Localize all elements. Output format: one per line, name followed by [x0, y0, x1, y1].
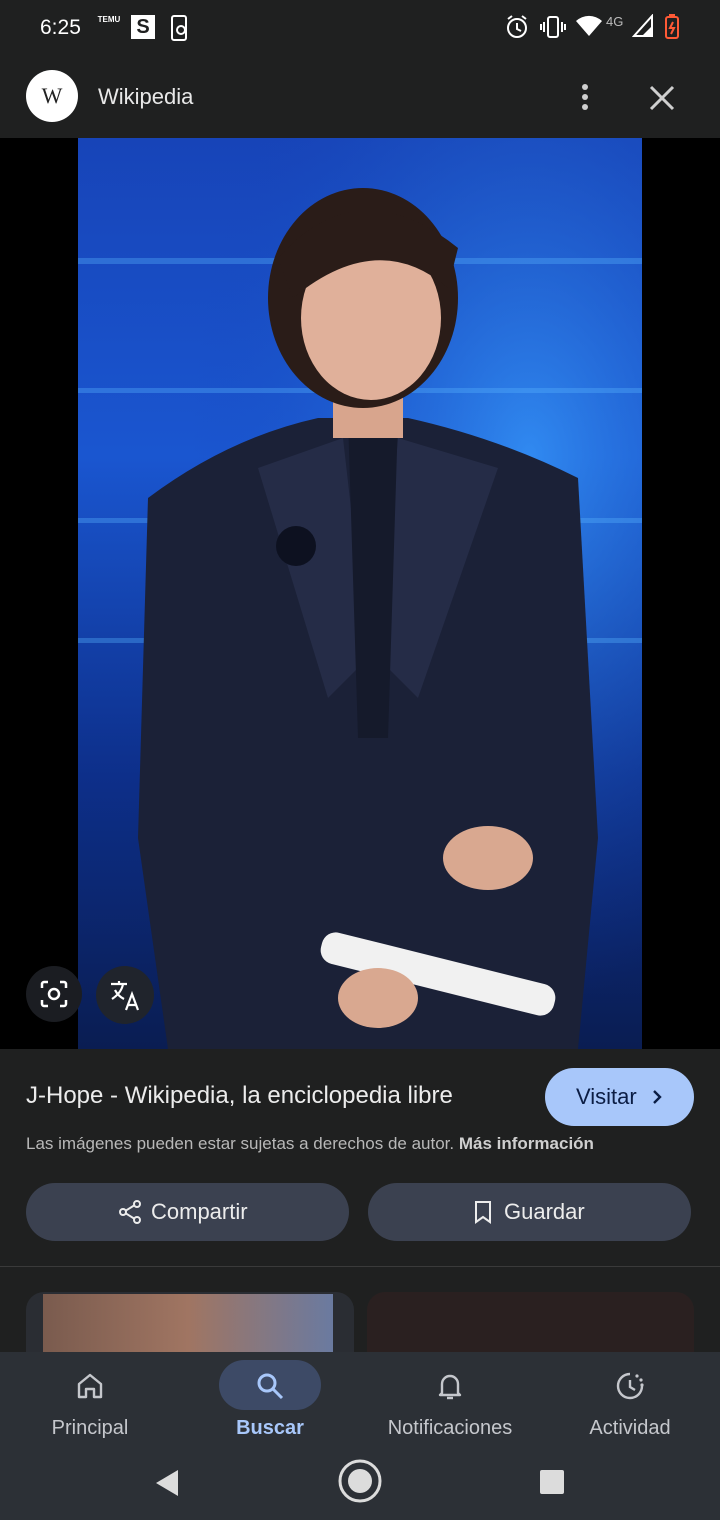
- more-vert-icon: [582, 84, 588, 110]
- save-label: Guardar: [504, 1199, 585, 1224]
- nav-label: Principal: [51, 1417, 129, 1439]
- translate-icon: [111, 981, 140, 1011]
- close-icon: [649, 85, 675, 111]
- related-image-thumbnail[interactable]: [26, 1292, 354, 1354]
- s-app-label: S: [136, 16, 150, 38]
- chevron-right-icon: [653, 1090, 662, 1104]
- alarm-icon: [507, 15, 527, 38]
- network-type: 4G: [606, 14, 624, 29]
- wifi-icon: [576, 15, 602, 36]
- status-bar: 6:25 TEMU S 4G: [0, 0, 720, 56]
- bottom-navigation: Principal Buscar Notificaciones Activida…: [0, 1352, 720, 1448]
- nav-item-actividad[interactable]: Actividad: [540, 1352, 720, 1448]
- google-lens-button[interactable]: [26, 966, 82, 1022]
- copyright-notice: Las imágenes pueden estar sujetas a dere…: [26, 1134, 594, 1154]
- nav-label: Buscar: [236, 1417, 304, 1439]
- save-button[interactable]: Guardar: [368, 1183, 691, 1241]
- nav-label: Notificaciones: [387, 1417, 513, 1439]
- wikipedia-logo-letter: W: [41, 83, 63, 108]
- related-image-thumbnail[interactable]: [367, 1292, 694, 1354]
- home-icon: [77, 1373, 103, 1399]
- copyright-text: Las imágenes pueden estar sujetas a dere…: [26, 1134, 455, 1153]
- temu-notification-icon: TEMU: [96, 15, 122, 41]
- signal-icon: [632, 14, 653, 37]
- thumbnail-image: [43, 1294, 333, 1354]
- result-title[interactable]: J-Hope - Wikipedia, la enciclopedia libr…: [26, 1082, 453, 1110]
- visit-label: Visitar: [576, 1084, 637, 1109]
- share-icon: [119, 1200, 141, 1224]
- nav-label: Actividad: [589, 1417, 671, 1439]
- visit-button[interactable]: Visitar: [545, 1068, 694, 1126]
- phone-sync-icon: [171, 15, 187, 41]
- status-time: 6:25: [40, 16, 81, 39]
- activity-icon: [616, 1372, 644, 1400]
- preview-photo[interactable]: [78, 138, 642, 1049]
- back-icon[interactable]: [154, 1468, 180, 1498]
- source-title: Wikipedia: [98, 84, 194, 109]
- lens-icon: [40, 980, 68, 1008]
- photo-illustration: [78, 138, 642, 1049]
- s-app-notification-icon: S: [131, 15, 155, 39]
- source-header: W Wikipedia: [0, 56, 720, 138]
- share-button[interactable]: Compartir: [26, 1183, 349, 1241]
- home-button-icon[interactable]: [337, 1458, 383, 1504]
- close-button[interactable]: [642, 78, 682, 118]
- bookmark-icon: [475, 1201, 491, 1224]
- share-label: Compartir: [151, 1199, 248, 1224]
- temu-label: TEMU: [97, 15, 121, 24]
- translate-button[interactable]: [96, 966, 154, 1024]
- battery-icon: [665, 14, 679, 39]
- nav-item-principal[interactable]: Principal: [0, 1352, 180, 1448]
- image-preview: [0, 138, 720, 1049]
- vibrate-icon: [540, 16, 566, 38]
- system-navigation-bar: [0, 1448, 720, 1520]
- nav-item-buscar[interactable]: Buscar: [180, 1352, 360, 1448]
- more-info-link[interactable]: Más información: [459, 1134, 594, 1153]
- search-icon: [257, 1373, 284, 1400]
- section-divider: [0, 1266, 720, 1267]
- recents-icon[interactable]: [539, 1469, 565, 1495]
- bell-icon: [438, 1374, 462, 1400]
- more-options-button[interactable]: [566, 78, 604, 116]
- wikipedia-logo: W: [26, 70, 78, 122]
- nav-item-notificaciones[interactable]: Notificaciones: [360, 1352, 540, 1448]
